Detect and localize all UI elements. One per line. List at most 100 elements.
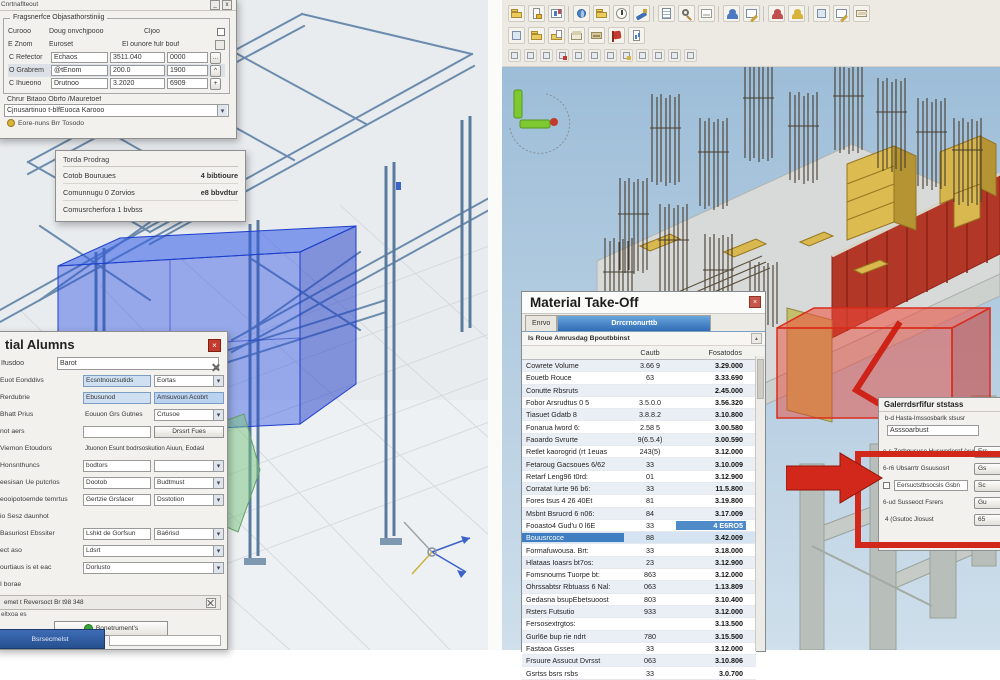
expand-icon[interactable] xyxy=(206,598,216,608)
form-control[interactable] xyxy=(83,426,151,438)
new-model-icon[interactable] xyxy=(508,5,525,22)
param-value-input[interactable]: 3.2020 xyxy=(110,78,165,89)
takeoff-row[interactable]: Frsuure Assucut Dvrsst 063 3.10.806 xyxy=(522,655,756,667)
separator[interactable] xyxy=(653,6,655,22)
form-control[interactable]: Amsuvoun Acobrt xyxy=(154,392,224,404)
separator[interactable] xyxy=(808,6,810,22)
move-tool-icon[interactable] xyxy=(588,49,601,62)
separator[interactable] xyxy=(718,6,720,22)
param-extra-input[interactable]: 0000 xyxy=(167,52,208,63)
takeoff-row[interactable]: Fastaoa Gsses 33 3.12.000 xyxy=(522,643,756,655)
blank-panel-icon[interactable] xyxy=(698,5,715,22)
model-info-dialog[interactable]: Torda Prodrag Cotob Bouruues 4 bibtioure… xyxy=(55,150,246,222)
mail-open-icon[interactable] xyxy=(568,27,585,44)
user-yellow-icon[interactable] xyxy=(788,5,805,22)
close-icon[interactable]: x xyxy=(222,0,232,10)
settings-name-input[interactable]: Asssoarbust xyxy=(887,425,979,436)
form-control[interactable]: Lshkt de Gorfsun xyxy=(83,528,151,540)
small-window-icon[interactable] xyxy=(508,27,525,44)
form-control[interactable]: Eouuon Grs Gutnes xyxy=(83,409,151,421)
takeoff-row[interactable]: Fooasto4 Gud'u 0 l6E 33 4 E6RO5 xyxy=(522,520,756,532)
material-takeoff-dialog[interactable]: Material Take-Off × Enrvo Drrcrnonurttb … xyxy=(521,291,766,652)
grid-document-icon[interactable] xyxy=(658,5,675,22)
takeoff-row[interactable]: Fomsnoums Tuorpe bt: 863 3.12.000 xyxy=(522,569,756,581)
takeoff-titlebar[interactable]: Material Take-Off × xyxy=(522,292,765,314)
form-control[interactable]: Gertzie Grsfacer xyxy=(83,494,151,506)
document-chart-icon[interactable] xyxy=(628,27,645,44)
separator[interactable] xyxy=(568,6,570,22)
param-name-input[interactable]: Drutnoo xyxy=(51,78,108,89)
measure-tool-icon[interactable] xyxy=(684,49,697,62)
window-user-icon[interactable] xyxy=(813,5,830,22)
param-name-input[interactable]: Echaos xyxy=(51,52,108,63)
takeoff-row[interactable]: Eouetb Rouce 63 3.33.690 xyxy=(522,372,756,384)
form-control[interactable]: Jtuonon Esunt bodrsoskution Aiuun, Eodas… xyxy=(83,443,224,455)
close-icon[interactable]: × xyxy=(749,296,761,308)
takeoff-row[interactable]: Fersosextrgtos: 3.13.500 xyxy=(522,618,756,630)
param-value-input[interactable]: 200.0 xyxy=(110,65,165,76)
window-chart-icon[interactable] xyxy=(548,5,565,22)
form-control[interactable]: Budtmust xyxy=(154,477,224,489)
param-extra-input[interactable]: 6909 xyxy=(167,78,208,89)
folder-yellow-icon[interactable] xyxy=(593,5,610,22)
scrollbar-thumb[interactable] xyxy=(757,359,764,399)
takeoff-row[interactable]: Faoardo Svrurte 9(6.5.4) 3.00.590 xyxy=(522,434,756,446)
form-control[interactable]: Ebusunod xyxy=(83,392,151,404)
close-icon[interactable]: × xyxy=(208,339,221,352)
confirm-button[interactable]: Bsrsecmelst xyxy=(0,629,105,649)
takeoff-row[interactable]: Conutte Rbsruts 2.45.000 xyxy=(522,385,756,397)
takeoff-row[interactable]: Bouusrcoce 88 3.42.009 xyxy=(522,532,756,544)
globe-user-icon[interactable] xyxy=(573,5,590,22)
takeoff-row[interactable]: Gurl6e bup rie ndrt 780 3.15.500 xyxy=(522,631,756,643)
takeoff-row[interactable]: Corratat Iurte 96 b6: 33 11.5.800 xyxy=(522,483,756,495)
form-control[interactable]: bodtors xyxy=(83,460,151,472)
takeoff-row[interactable]: Tiasuet Gdatb 8 3.8.8.2 3.10.800 xyxy=(522,409,756,421)
form-control[interactable]: Dorlusto xyxy=(83,562,224,574)
form-control[interactable]: Ba6risd xyxy=(154,528,224,540)
array-tool-icon[interactable] xyxy=(652,49,665,62)
key-tool-icon[interactable] xyxy=(620,49,633,62)
properties-dialog[interactable]: Cnrtnaflteout _ x Fragsnerfce Objasathor… xyxy=(0,0,237,139)
zoom-tool-icon[interactable] xyxy=(524,49,537,62)
footer-input[interactable] xyxy=(109,635,221,646)
type-dropdown[interactable]: Cjnusartinuo t-blfEuoca Karooo xyxy=(4,104,229,117)
user-red-icon[interactable] xyxy=(768,5,785,22)
takeoff-row[interactable]: Hlataas Ioasrs bt7os: 23 3.12.900 xyxy=(522,557,756,569)
takeoff-row[interactable]: Fores tsus 4 26 40Et 81 3.19.800 xyxy=(522,495,756,507)
pencil-user-icon[interactable] xyxy=(833,5,850,22)
mirror-tool-icon[interactable] xyxy=(636,49,649,62)
form-control[interactable]: Ecsntnouzsutids xyxy=(83,375,151,387)
copy-tool-icon[interactable] xyxy=(572,49,585,62)
param-extra-input[interactable]: 1900 xyxy=(167,65,208,76)
takeoff-scrollbar[interactable] xyxy=(755,356,765,651)
takeoff-tab[interactable]: Enrvo xyxy=(525,315,557,331)
dialog-titlebar[interactable]: Cnrtnaflteout _ x xyxy=(0,0,236,11)
pan-tool-icon[interactable] xyxy=(540,49,553,62)
rotate-tool-icon[interactable] xyxy=(604,49,617,62)
takeoff-row[interactable]: Fonarua lword 6: 2.58 5 3.00.580 xyxy=(522,421,756,433)
takeoff-row[interactable]: Retlet kaorogrid (rt 1euas 243(5) 3.12.0… xyxy=(522,446,756,458)
form-control[interactable]: Drssrt Fues xyxy=(154,426,224,438)
takeoff-row[interactable]: Ohrssabtsr Rbtuass 6 Nal: 063 1.13.809 xyxy=(522,581,756,593)
material-dialog[interactable]: tial Alumns × Ifusdoo Barot Euot Eonddiv… xyxy=(0,331,228,650)
form-control[interactable]: Dootob xyxy=(83,477,151,489)
checkbox[interactable] xyxy=(217,28,225,36)
clock-icon[interactable] xyxy=(613,5,630,22)
archive-icon[interactable] xyxy=(588,27,605,44)
takeoff-row[interactable]: Retarf Leng96 t0rd: 01 3.12.900 xyxy=(522,471,756,483)
browse-button[interactable] xyxy=(215,40,225,50)
param-value-input[interactable]: 3511.040 xyxy=(110,52,165,63)
trim-tool-icon[interactable] xyxy=(668,49,681,62)
lock-tool-icon[interactable] xyxy=(556,49,569,62)
select-tool-icon[interactable] xyxy=(508,49,521,62)
form-control[interactable] xyxy=(154,460,224,472)
takeoff-row[interactable]: Cowrete Volume 3.66 9 3.29.000 xyxy=(522,360,756,372)
paint-brush-icon[interactable] xyxy=(633,5,650,22)
form-control[interactable]: Eortas xyxy=(154,375,224,387)
takeoff-row[interactable]: Gedasna bsupEbetsuoost 803 3.10.400 xyxy=(522,594,756,606)
minimize-icon[interactable]: _ xyxy=(210,0,220,10)
form-control[interactable]: Dsstotion xyxy=(154,494,224,506)
takeoff-row[interactable]: Rsters Futsutio 933 3.12.000 xyxy=(522,606,756,618)
scroll-up-icon[interactable]: ▲ xyxy=(751,333,762,344)
user-blue-icon[interactable] xyxy=(723,5,740,22)
